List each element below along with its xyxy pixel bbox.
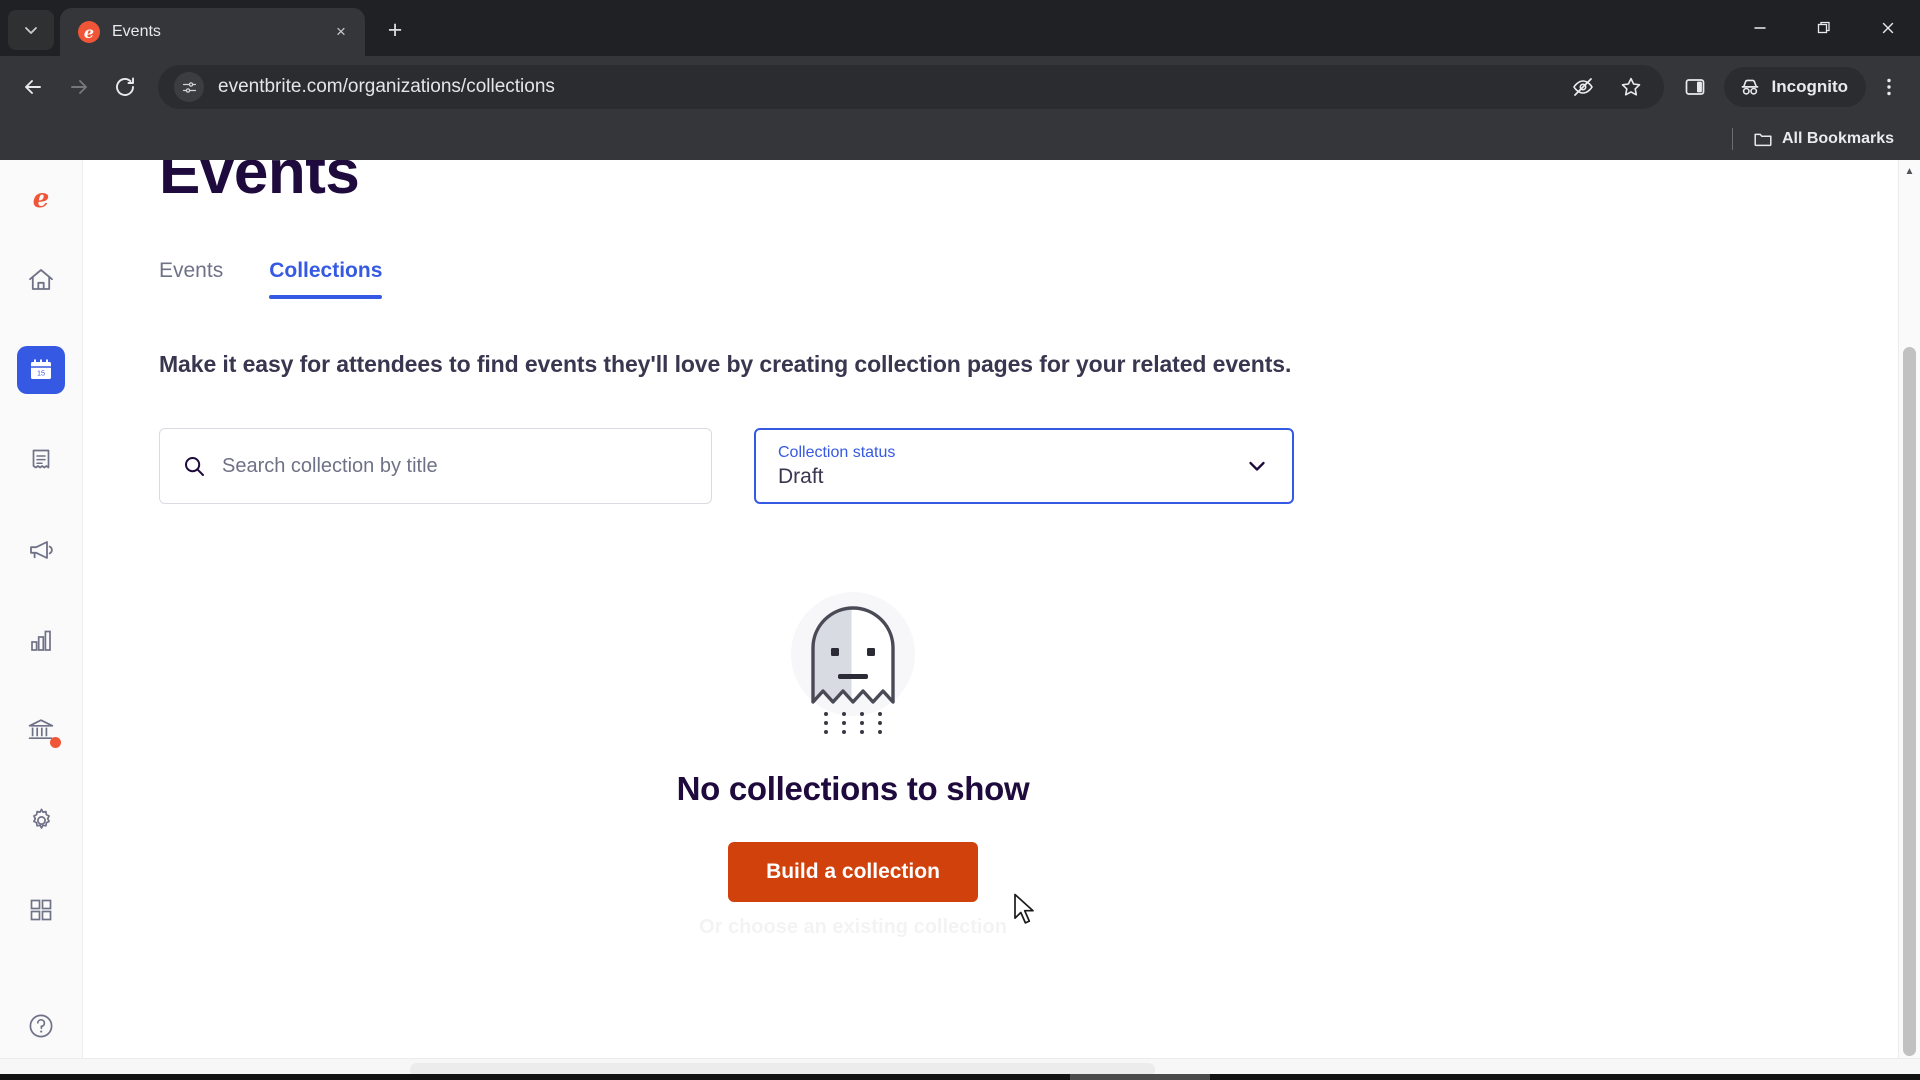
empty-state: No collections to show Build a collectio… <box>159 562 1547 939</box>
vertical-scrollbar-thumb[interactable] <box>1903 347 1916 1056</box>
reload-button[interactable] <box>104 66 146 108</box>
bar-chart-icon <box>31 630 51 651</box>
all-bookmarks-label: All Bookmarks <box>1781 130 1894 147</box>
all-bookmarks-button[interactable]: All Bookmarks <box>1747 125 1900 153</box>
search-icon <box>185 457 204 477</box>
help-circle-icon <box>29 1014 53 1038</box>
address-bar[interactable]: eventbrite.com/organizations/collections <box>158 65 1664 109</box>
tab-collections[interactable]: Collections <box>269 259 383 300</box>
sidebar-item-marketing[interactable] <box>17 526 65 574</box>
incognito-indicator[interactable]: Incognito <box>1723 67 1866 107</box>
sidebar-item-orders[interactable] <box>17 436 65 484</box>
chevron-down-icon <box>25 27 37 34</box>
minimize-button[interactable] <box>1728 0 1792 56</box>
maximize-restore-button[interactable] <box>1792 0 1856 56</box>
browser-toolbar: eventbrite.com/organizations/collections <box>0 56 1920 118</box>
site-settings-icon[interactable] <box>174 72 204 102</box>
search-collection-field[interactable] <box>159 428 712 505</box>
sidebar-item-settings[interactable] <box>17 796 65 844</box>
page-description: Make it easy for attendees to find event… <box>159 351 1292 378</box>
sidebar-item-reports[interactable] <box>17 616 65 664</box>
taskbar-highlight <box>1070 1074 1210 1080</box>
three-dot-menu-icon[interactable] <box>1870 68 1908 106</box>
taskbar-strip <box>0 1074 1920 1080</box>
reload-icon <box>116 77 134 96</box>
star-icon[interactable] <box>1612 68 1650 106</box>
app-sidebar: e 15 <box>0 160 83 1080</box>
content-tabs: Events Collections <box>159 259 1920 300</box>
empty-state-faded-text: Or choose an existing collection <box>699 916 1007 939</box>
filter-row: Collection status Draft <box>159 428 1920 505</box>
page-title: Events <box>159 160 360 207</box>
chevron-down-icon <box>1249 461 1265 471</box>
omnibox-actions <box>1564 68 1650 106</box>
calendar-icon: 15 <box>31 359 51 379</box>
bookmarks-bar: All Bookmarks <box>0 118 1920 160</box>
page-viewport: e 15 Events Events Collections Make it e… <box>0 160 1920 1080</box>
browser-window: e Events × + eventbrite.com/organization… <box>0 0 1920 1080</box>
select-text: Collection status Draft <box>778 444 1244 489</box>
forward-button[interactable] <box>58 66 100 108</box>
sidebar-item-help[interactable] <box>17 1002 65 1050</box>
new-tab-button[interactable]: + <box>375 10 415 50</box>
home-icon <box>29 269 53 290</box>
ghost-illustration <box>758 562 948 752</box>
side-panel-icon[interactable] <box>1676 68 1714 106</box>
sidebar-item-finance[interactable] <box>17 706 65 754</box>
back-arrow-icon <box>25 80 41 94</box>
eye-slash-icon[interactable] <box>1564 68 1602 106</box>
close-window-button[interactable] <box>1856 0 1920 56</box>
collection-status-select[interactable]: Collection status Draft <box>754 428 1294 505</box>
gear-icon <box>32 808 50 829</box>
build-collection-button[interactable]: Build a collection <box>728 842 978 903</box>
close-icon <box>1882 22 1894 34</box>
incognito-label: Incognito <box>1771 77 1848 96</box>
bookmark-separator <box>1731 128 1733 150</box>
finance-notification-badge <box>50 737 61 748</box>
sidebar-item-events[interactable]: 15 <box>17 346 65 394</box>
select-value: Draft <box>778 464 824 488</box>
search-input[interactable] <box>222 454 689 478</box>
eventbrite-logo[interactable]: e <box>24 182 58 216</box>
vertical-scrollbar[interactable]: ▲ <box>1898 160 1920 1080</box>
eventbrite-e-icon: e <box>78 21 100 43</box>
grid-apps-icon <box>30 899 52 921</box>
tab-events[interactable]: Events <box>159 259 223 299</box>
minimize-icon <box>1754 27 1766 29</box>
browser-tab[interactable]: e Events × <box>60 8 365 56</box>
tab-title: Events <box>112 23 161 40</box>
empty-state-title: No collections to show <box>676 770 1030 808</box>
tab-strip: e Events × + <box>0 0 1920 56</box>
megaphone-icon <box>30 541 53 559</box>
back-button[interactable] <box>12 66 54 108</box>
close-tab-button[interactable]: × <box>327 18 355 46</box>
restore-icon <box>1817 21 1830 34</box>
folder-icon <box>1754 133 1772 147</box>
select-label: Collection status <box>778 443 896 461</box>
receipt-icon <box>32 449 50 469</box>
forward-arrow-icon <box>71 80 87 94</box>
svg-text:15: 15 <box>37 368 45 377</box>
tab-search-button[interactable] <box>8 10 54 50</box>
scroll-up-arrow[interactable]: ▲ <box>1899 160 1920 182</box>
window-controls <box>1728 0 1920 56</box>
sidebar-item-home[interactable] <box>17 256 65 304</box>
address-bar-url: eventbrite.com/organizations/collections <box>218 76 555 97</box>
main-content: Events Events Collections Make it easy f… <box>83 160 1920 1080</box>
incognito-hat-icon <box>1741 79 1758 95</box>
sidebar-item-apps[interactable] <box>17 886 65 934</box>
